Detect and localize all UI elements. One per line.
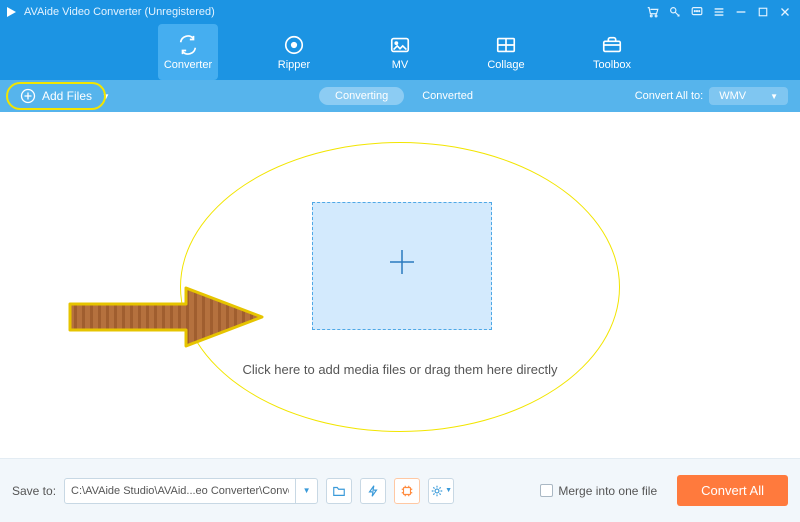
add-files-label: Add Files — [42, 89, 92, 103]
chip-icon — [400, 484, 414, 498]
subtabs: Converting Converted — [319, 87, 481, 105]
nav-label: Toolbox — [593, 59, 631, 71]
add-files-button[interactable]: Add Files ▼ — [12, 84, 118, 108]
nav-mv[interactable]: MV — [370, 24, 430, 80]
plus-icon — [384, 244, 420, 288]
nav-label: Collage — [487, 59, 524, 71]
menu-icon[interactable] — [708, 1, 730, 23]
gear-icon — [430, 484, 444, 498]
window-title: AVAide Video Converter (Unregistered) — [24, 6, 215, 18]
lightning-icon — [366, 484, 380, 498]
output-format-select[interactable]: WMV ▼ — [709, 87, 788, 105]
chevron-down-icon: ▼ — [102, 92, 110, 101]
save-path-input[interactable] — [65, 485, 295, 497]
plus-circle-icon — [20, 88, 36, 104]
drop-hint: Click here to add media files or drag th… — [0, 362, 800, 377]
tab-converting[interactable]: Converting — [319, 87, 404, 105]
open-folder-button[interactable] — [326, 478, 352, 504]
nav-converter[interactable]: Converter — [158, 24, 218, 80]
save-path-dropdown[interactable]: ▼ — [295, 479, 317, 503]
drop-zone[interactable] — [312, 202, 492, 330]
save-to-label: Save to: — [12, 484, 56, 498]
collage-icon — [495, 34, 517, 56]
minimize-button[interactable] — [730, 1, 752, 23]
mv-icon — [389, 34, 411, 56]
close-button[interactable] — [774, 1, 796, 23]
merge-checkbox[interactable]: Merge into one file — [540, 484, 657, 498]
save-path-box: ▼ — [64, 478, 318, 504]
convert-all-to-label: Convert All to: — [635, 90, 703, 102]
titlebar: AVAide Video Converter (Unregistered) — [0, 0, 800, 24]
folder-icon — [332, 484, 346, 498]
nav-ripper[interactable]: Ripper — [264, 24, 324, 80]
nav-collage[interactable]: Collage — [476, 24, 536, 80]
tab-converted[interactable]: Converted — [414, 87, 481, 105]
convert-all-button[interactable]: Convert All — [677, 475, 788, 506]
chevron-down-icon: ▼ — [445, 487, 452, 494]
main-canvas: Click here to add media files or drag th… — [0, 112, 800, 458]
checkbox-icon — [540, 484, 553, 497]
bottom-bar: Save to: ▼ ▼ Merge into one file Convert… — [0, 458, 800, 522]
subbar: Add Files ▼ Converting Converted Convert… — [0, 80, 800, 112]
app-window: AVAide Video Converter (Unregistered) — [0, 0, 800, 522]
hardware-accel-button[interactable] — [360, 478, 386, 504]
toolbox-icon — [601, 34, 623, 56]
key-icon[interactable] — [664, 1, 686, 23]
cart-icon[interactable] — [642, 1, 664, 23]
feedback-icon[interactable] — [686, 1, 708, 23]
settings-button[interactable]: ▼ — [428, 478, 454, 504]
converter-icon — [177, 34, 199, 56]
format-value: WMV — [719, 90, 746, 102]
maximize-button[interactable] — [752, 1, 774, 23]
high-speed-button[interactable] — [394, 478, 420, 504]
nav-label: Ripper — [278, 59, 310, 71]
main-nav: Converter Ripper MV Collage Toolbox — [0, 24, 800, 80]
merge-label: Merge into one file — [558, 484, 657, 498]
ripper-icon — [283, 34, 305, 56]
chevron-down-icon: ▼ — [770, 92, 778, 101]
app-logo-icon — [4, 5, 18, 19]
nav-toolbox[interactable]: Toolbox — [582, 24, 642, 80]
nav-label: Converter — [164, 59, 212, 71]
tutorial-arrow-icon — [66, 282, 266, 352]
nav-label: MV — [392, 59, 409, 71]
